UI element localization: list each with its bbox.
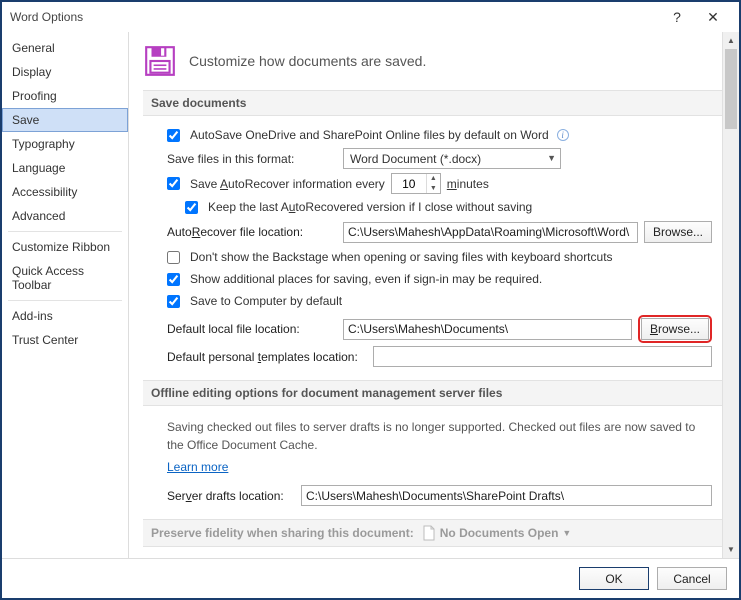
info-icon[interactable]: i xyxy=(557,129,569,141)
save-to-computer-label: Save to Computer by default xyxy=(190,294,342,308)
section-preserve-fidelity: Preserve fidelity when sharing this docu… xyxy=(143,519,722,547)
cancel-button[interactable]: Cancel xyxy=(657,567,727,590)
default-local-location-input[interactable]: C:\Users\Mahesh\Documents\ xyxy=(343,319,632,340)
sidebar-separator xyxy=(8,300,122,301)
chevron-down-icon: ▼ xyxy=(562,528,571,538)
sidebar-item-trust-center[interactable]: Trust Center xyxy=(2,328,128,352)
sidebar-item-advanced[interactable]: Advanced xyxy=(2,204,128,228)
titlebar: Word Options ? ✕ xyxy=(2,2,739,32)
chevron-down-icon: ▼ xyxy=(547,153,556,163)
autorecover-minutes-input[interactable] xyxy=(392,174,426,193)
autorecover-location-label: AutoRecover file location: xyxy=(167,225,337,239)
scroll-track[interactable] xyxy=(723,49,739,541)
autorecover-label: Save AutoRecover information every xyxy=(190,177,385,191)
offline-note: Saving checked out files to server draft… xyxy=(167,414,712,458)
sidebar-item-language[interactable]: Language xyxy=(2,156,128,180)
spin-up-icon[interactable]: ▲ xyxy=(427,174,440,184)
autosave-label: AutoSave OneDrive and SharePoint Online … xyxy=(190,128,549,142)
autorecover-location-input[interactable]: C:\Users\Mahesh\AppData\Roaming\Microsof… xyxy=(343,222,638,243)
server-drafts-location-label: Server drafts location: xyxy=(167,489,295,503)
category-sidebar: General Display Proofing Save Typography… xyxy=(2,32,129,558)
section-save-documents: Save documents xyxy=(143,90,722,116)
autosave-checkbox[interactable] xyxy=(167,129,180,142)
preserve-fidelity-title: Preserve fidelity when sharing this docu… xyxy=(151,526,414,540)
close-icon[interactable]: ✕ xyxy=(695,9,731,26)
help-icon[interactable]: ? xyxy=(659,9,695,25)
content-pane: Customize how documents are saved. Save … xyxy=(129,32,722,558)
default-templates-location-label: Default personal templates location: xyxy=(167,350,367,364)
save-format-value: Word Document (*.docx) xyxy=(350,152,481,166)
autorecover-minutes-spinner[interactable]: ▲ ▼ xyxy=(391,173,441,194)
spin-down-icon[interactable]: ▼ xyxy=(427,184,440,194)
page-header: Customize how documents are saved. xyxy=(143,40,722,90)
save-to-computer-checkbox[interactable] xyxy=(167,295,180,308)
sidebar-item-quick-access-toolbar[interactable]: Quick Access Toolbar xyxy=(2,259,128,297)
dont-show-backstage-checkbox[interactable] xyxy=(167,251,180,264)
scroll-down-icon[interactable]: ▼ xyxy=(723,541,739,558)
save-format-label: Save files in this format: xyxy=(167,152,337,166)
ok-button[interactable]: OK xyxy=(579,567,649,590)
autorecover-checkbox[interactable] xyxy=(167,177,180,190)
show-additional-places-label: Show additional places for saving, even … xyxy=(190,272,542,286)
save-disk-icon xyxy=(143,44,177,78)
document-icon xyxy=(422,525,436,541)
server-drafts-location-input[interactable]: C:\Users\Mahesh\Documents\SharePoint Dra… xyxy=(301,485,712,506)
highlight-annotation: Browse... xyxy=(638,315,712,343)
sidebar-item-accessibility[interactable]: Accessibility xyxy=(2,180,128,204)
minutes-label: minutes xyxy=(447,177,489,191)
page-header-text: Customize how documents are saved. xyxy=(189,53,426,69)
learn-more-link[interactable]: Learn more xyxy=(167,460,228,474)
save-format-combo[interactable]: Word Document (*.docx) ▼ xyxy=(343,148,561,169)
sidebar-item-addins[interactable]: Add-ins xyxy=(2,304,128,328)
autorecover-browse-button[interactable]: Browse... xyxy=(644,221,712,243)
vertical-scrollbar[interactable]: ▲ ▼ xyxy=(722,32,739,558)
sidebar-item-save[interactable]: Save xyxy=(2,108,128,132)
default-templates-location-input[interactable] xyxy=(373,346,712,367)
sidebar-item-proofing[interactable]: Proofing xyxy=(2,84,128,108)
sidebar-item-customize-ribbon[interactable]: Customize Ribbon xyxy=(2,235,128,259)
scroll-up-icon[interactable]: ▲ xyxy=(723,32,739,49)
default-local-location-label: Default local file location: xyxy=(167,322,337,336)
section-offline-editing: Offline editing options for document man… xyxy=(143,380,722,406)
preserve-document-combo[interactable]: No Documents Open ▼ xyxy=(422,525,572,541)
sidebar-item-display[interactable]: Display xyxy=(2,60,128,84)
sidebar-separator xyxy=(8,231,122,232)
keep-last-autorecovered-label: Keep the last AutoRecovered version if I… xyxy=(208,200,532,214)
sidebar-item-general[interactable]: General xyxy=(2,36,128,60)
show-additional-places-checkbox[interactable] xyxy=(167,273,180,286)
sidebar-item-typography[interactable]: Typography xyxy=(2,132,128,156)
scroll-thumb[interactable] xyxy=(725,49,737,129)
window-title: Word Options xyxy=(10,10,659,24)
dont-show-backstage-label: Don't show the Backstage when opening or… xyxy=(190,250,613,264)
keep-last-autorecovered-checkbox[interactable] xyxy=(185,201,198,214)
word-options-window: Word Options ? ✕ General Display Proofin… xyxy=(0,0,741,600)
default-local-browse-button[interactable]: Browse... xyxy=(641,318,709,340)
dialog-footer: OK Cancel xyxy=(2,558,739,598)
